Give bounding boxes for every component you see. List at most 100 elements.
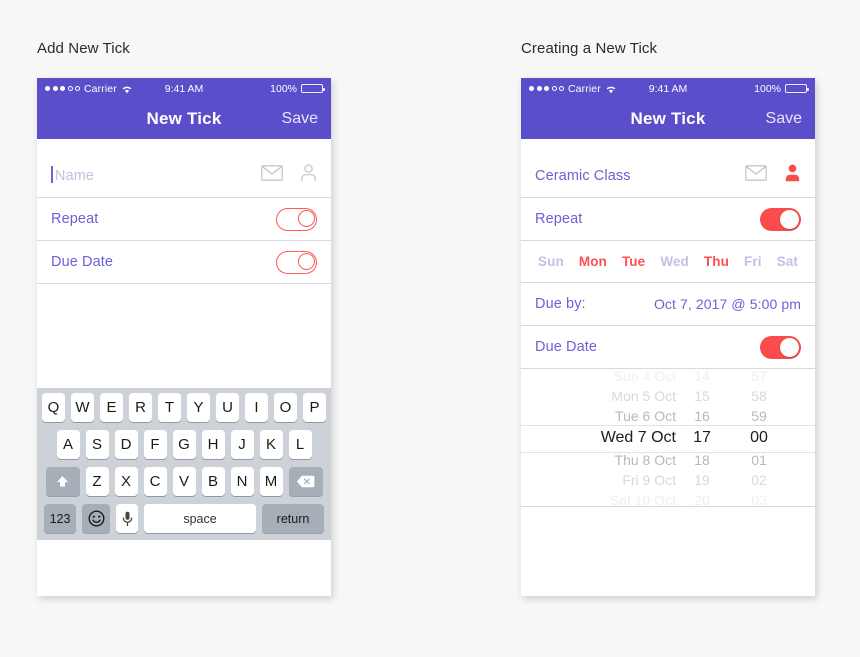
key-l[interactable]: L bbox=[288, 430, 312, 459]
key-b[interactable]: B bbox=[201, 467, 225, 496]
key-f[interactable]: F bbox=[143, 430, 167, 459]
picker-hour-item[interactable]: 15 bbox=[694, 386, 710, 406]
picker-date-item[interactable]: Tue 6 Oct bbox=[615, 406, 676, 426]
microphone-icon[interactable] bbox=[116, 504, 138, 533]
return-key[interactable]: return bbox=[262, 504, 324, 533]
picker-hour-item[interactable]: 20 bbox=[694, 490, 710, 507]
battery-percent-label: 100% bbox=[270, 82, 297, 95]
key-h[interactable]: H bbox=[201, 430, 225, 459]
due-by-row[interactable]: Due by: Oct 7, 2017 @ 5:00 pm bbox=[521, 282, 815, 325]
key-d[interactable]: D bbox=[114, 430, 138, 459]
nav-bar-right: New Tick Save bbox=[521, 99, 815, 139]
picker-date-item[interactable]: Fri 9 Oct bbox=[622, 470, 676, 490]
onscreen-keyboard[interactable]: Q W E R T Y U I O P A S D F G H J K L Z … bbox=[37, 388, 331, 540]
key-n[interactable]: N bbox=[230, 467, 254, 496]
key-q[interactable]: Q bbox=[42, 393, 65, 422]
picker-date-item[interactable]: Sun 4 Oct bbox=[614, 369, 676, 386]
key-e[interactable]: E bbox=[100, 393, 123, 422]
numbers-key[interactable]: 123 bbox=[44, 504, 76, 533]
signal-strength-icon bbox=[45, 86, 80, 91]
picker-minute-item[interactable]: 59 bbox=[751, 406, 767, 426]
picker-hour-item[interactable]: 18 bbox=[694, 450, 710, 470]
due-date-toggle[interactable] bbox=[276, 250, 317, 274]
key-y[interactable]: Y bbox=[187, 393, 210, 422]
envelope-icon[interactable] bbox=[261, 165, 283, 186]
picker-minute-item[interactable]: 02 bbox=[751, 470, 767, 490]
name-field-row[interactable]: Ceramic Class bbox=[521, 154, 815, 197]
day-fri[interactable]: Fri bbox=[744, 254, 762, 269]
key-g[interactable]: G bbox=[172, 430, 196, 459]
key-a[interactable]: A bbox=[56, 430, 80, 459]
picker-columns: Sat 3 Oct Sun 4 Oct Mon 5 Oct Tue 6 Oct … bbox=[521, 369, 815, 506]
key-u[interactable]: U bbox=[216, 393, 239, 422]
status-bar-carrier-group: Carrier bbox=[45, 83, 133, 95]
person-icon[interactable] bbox=[784, 164, 801, 187]
save-button[interactable]: Save bbox=[766, 110, 802, 128]
picker-minute-selected[interactable]: 00 bbox=[750, 426, 768, 450]
picker-date-item[interactable]: Sat 10 Oct bbox=[610, 490, 676, 507]
repeat-row[interactable]: Repeat bbox=[37, 197, 331, 240]
picker-hour-selected[interactable]: 17 bbox=[693, 426, 711, 450]
repeat-row[interactable]: Repeat bbox=[521, 197, 815, 240]
picker-date-item[interactable]: Mon 5 Oct bbox=[611, 386, 676, 406]
battery-percent-label: 100% bbox=[754, 82, 781, 95]
key-k[interactable]: K bbox=[259, 430, 283, 459]
key-j[interactable]: J bbox=[230, 430, 254, 459]
key-r[interactable]: R bbox=[129, 393, 152, 422]
key-v[interactable]: V bbox=[172, 467, 196, 496]
keyboard-row-1: Q W E R T Y U I O P bbox=[40, 393, 328, 422]
day-sun[interactable]: Sun bbox=[538, 254, 564, 269]
empty-content-area bbox=[37, 284, 331, 388]
status-bar-right: Carrier 9:41 AM 100% bbox=[521, 78, 815, 99]
key-i[interactable]: I bbox=[245, 393, 268, 422]
key-w[interactable]: W bbox=[71, 393, 94, 422]
picker-column-hour[interactable]: 13 14 15 16 17 18 19 20 21 bbox=[676, 369, 728, 507]
name-row-icons bbox=[261, 164, 317, 187]
sheet-top-gap bbox=[521, 139, 815, 154]
name-input-value[interactable]: Ceramic Class bbox=[535, 168, 631, 184]
key-s[interactable]: S bbox=[85, 430, 109, 459]
picker-minute-item[interactable]: 03 bbox=[751, 490, 767, 507]
picker-minute-item[interactable]: 57 bbox=[751, 369, 767, 386]
day-thu[interactable]: Thu bbox=[704, 254, 729, 269]
key-t[interactable]: T bbox=[158, 393, 181, 422]
key-m[interactable]: M bbox=[259, 467, 283, 496]
space-key[interactable]: space bbox=[144, 504, 256, 533]
day-mon[interactable]: Mon bbox=[579, 254, 607, 269]
emoji-icon[interactable] bbox=[82, 504, 110, 533]
picker-column-date[interactable]: Sat 3 Oct Sun 4 Oct Mon 5 Oct Tue 6 Oct … bbox=[546, 369, 676, 507]
picker-date-selected[interactable]: Wed 7 Oct bbox=[601, 426, 676, 450]
key-o[interactable]: O bbox=[274, 393, 297, 422]
day-tue[interactable]: Tue bbox=[622, 254, 645, 269]
due-date-row[interactable]: Due Date bbox=[521, 325, 815, 368]
date-time-picker[interactable]: Sat 3 Oct Sun 4 Oct Mon 5 Oct Tue 6 Oct … bbox=[521, 368, 815, 506]
repeat-toggle[interactable] bbox=[276, 207, 317, 231]
picker-hour-item[interactable]: 19 bbox=[694, 470, 710, 490]
key-p[interactable]: P bbox=[303, 393, 326, 422]
due-date-row[interactable]: Due Date bbox=[37, 240, 331, 283]
picker-date-item[interactable]: Thu 8 Oct bbox=[615, 450, 676, 470]
due-date-label: Due Date bbox=[51, 254, 114, 270]
save-button[interactable]: Save bbox=[282, 110, 318, 128]
form-sheet-right: Ceramic Class Repeat Sun Mon Tue Wed Thu… bbox=[521, 139, 815, 569]
day-wed[interactable]: Wed bbox=[660, 254, 689, 269]
picker-column-minute[interactable]: 56 57 58 59 00 01 02 03 04 bbox=[728, 369, 790, 507]
due-by-value: Oct 7, 2017 @ 5:00 pm bbox=[653, 296, 801, 312]
picker-hour-item[interactable]: 14 bbox=[694, 369, 710, 386]
key-x[interactable]: X bbox=[114, 467, 138, 496]
delete-icon[interactable] bbox=[288, 467, 323, 496]
key-c[interactable]: C bbox=[143, 467, 167, 496]
picker-minute-item[interactable]: 01 bbox=[751, 450, 767, 470]
day-selector[interactable]: Sun Mon Tue Wed Thu Fri Sat bbox=[521, 240, 815, 282]
picker-minute-item[interactable]: 58 bbox=[751, 386, 767, 406]
person-icon[interactable] bbox=[300, 164, 317, 187]
name-field-row[interactable]: Name bbox=[37, 154, 331, 197]
key-z[interactable]: Z bbox=[85, 467, 109, 496]
due-date-toggle[interactable] bbox=[760, 335, 801, 359]
shift-icon[interactable] bbox=[45, 467, 80, 496]
envelope-icon[interactable] bbox=[745, 165, 767, 186]
name-input[interactable]: Name bbox=[51, 166, 94, 185]
day-sat[interactable]: Sat bbox=[777, 254, 798, 269]
repeat-toggle[interactable] bbox=[760, 207, 801, 231]
picker-hour-item[interactable]: 16 bbox=[694, 406, 710, 426]
